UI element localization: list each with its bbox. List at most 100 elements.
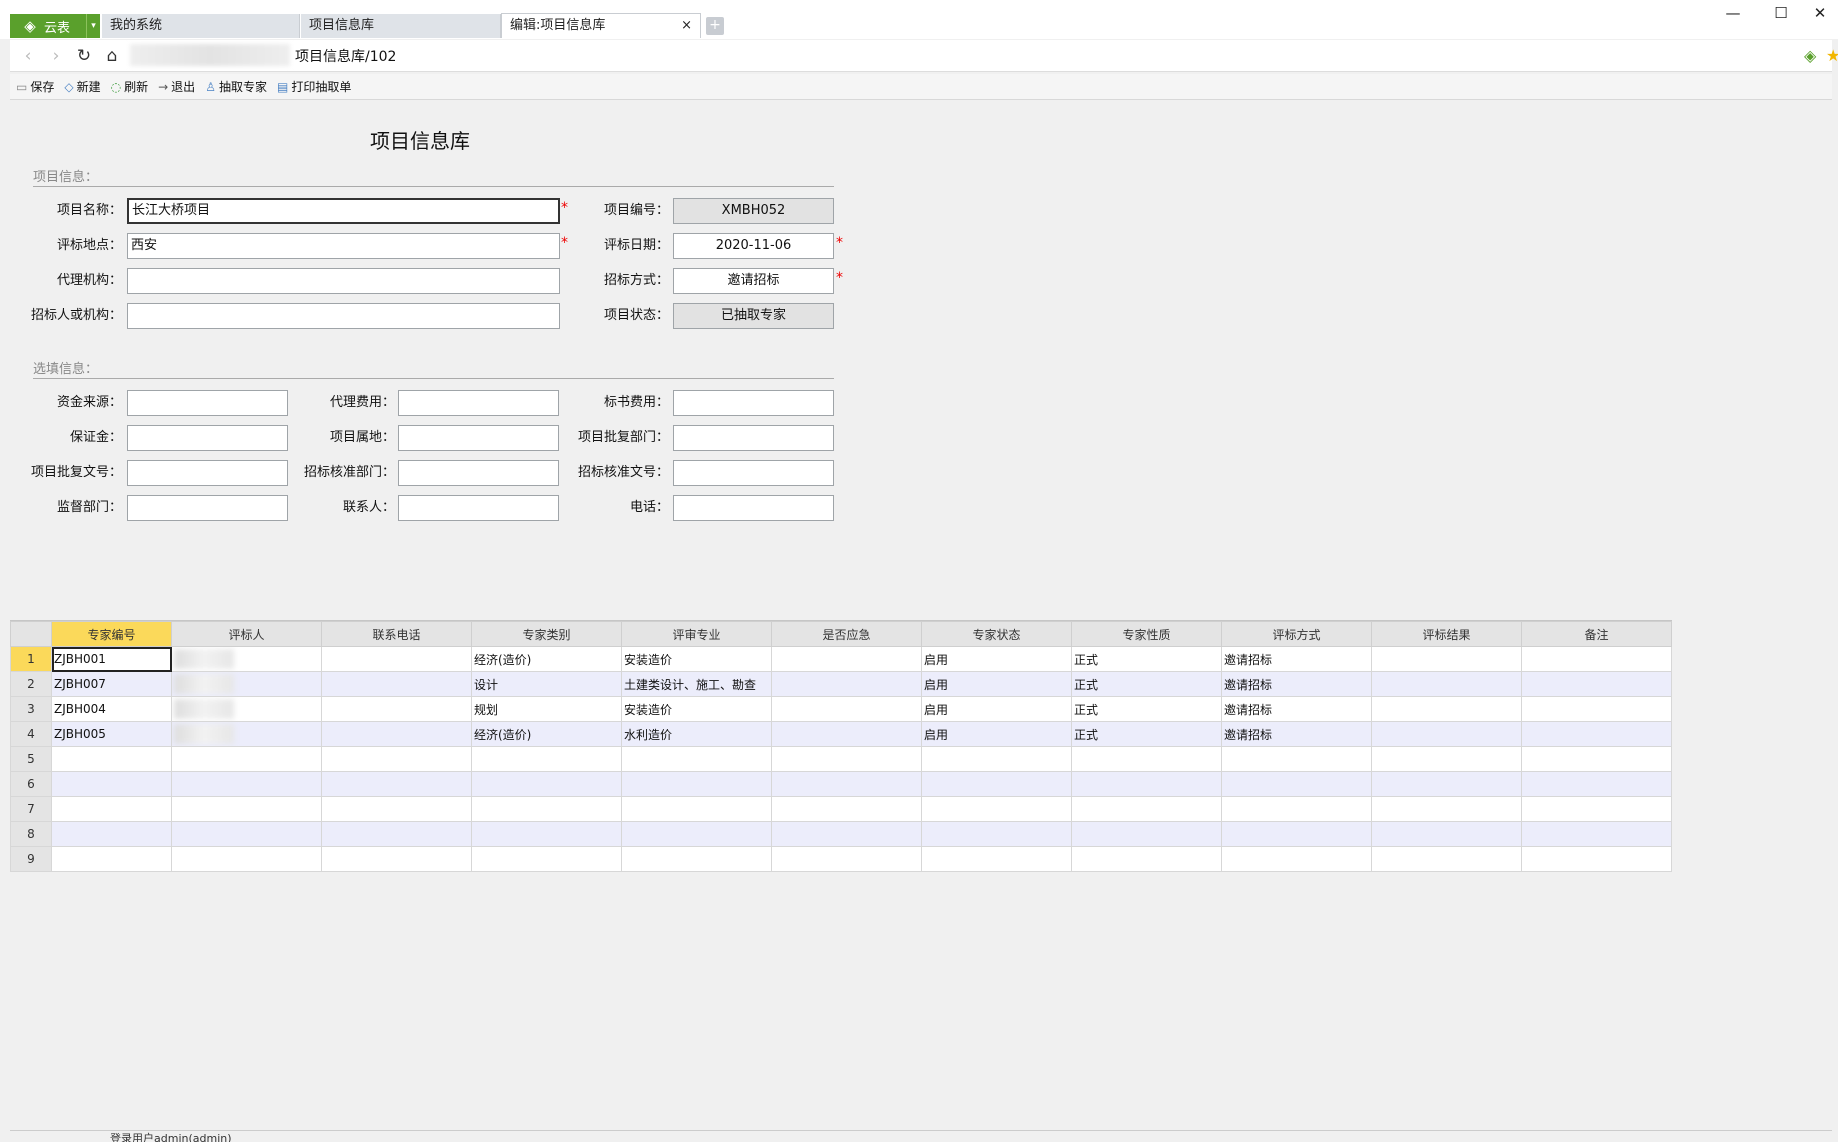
eval-location-field[interactable]: 西安 xyxy=(127,233,560,259)
chevron-down-icon[interactable]: ▾ xyxy=(86,14,100,38)
table-cell[interactable] xyxy=(1521,721,1672,747)
table-cell[interactable] xyxy=(771,696,922,722)
table-cell[interactable] xyxy=(621,796,772,822)
table-cell[interactable] xyxy=(771,796,922,822)
approval-dept-field[interactable] xyxy=(673,425,834,451)
table-cell[interactable] xyxy=(471,846,622,872)
table-cell[interactable] xyxy=(51,821,172,847)
table-row[interactable]: 7 xyxy=(10,796,1672,822)
table-cell[interactable] xyxy=(321,771,472,797)
close-tab-icon[interactable]: × xyxy=(681,14,692,38)
supervisor-field[interactable] xyxy=(127,495,288,521)
row-number[interactable]: 9 xyxy=(10,846,52,872)
doc-fee-field[interactable] xyxy=(673,390,834,416)
table-cell[interactable]: 安装造价 xyxy=(621,646,772,672)
table-cell[interactable]: ZJBH005 xyxy=(51,721,172,747)
table-cell[interactable] xyxy=(171,796,322,822)
table-cell[interactable]: 邀请招标 xyxy=(1221,721,1372,747)
table-cell[interactable] xyxy=(621,821,772,847)
table-cell[interactable] xyxy=(1371,796,1522,822)
column-header[interactable]: 评标结果 xyxy=(1371,621,1522,647)
column-header[interactable]: 评审专业 xyxy=(621,621,772,647)
home-icon[interactable]: ⌂ xyxy=(100,44,124,68)
table-cell[interactable] xyxy=(771,671,922,697)
approval-doc-field[interactable] xyxy=(127,460,288,486)
table-cell[interactable] xyxy=(921,821,1072,847)
reload-icon[interactable]: ↻ xyxy=(72,44,96,68)
table-row[interactable]: 6 xyxy=(10,771,1672,797)
column-header[interactable]: 是否应急 xyxy=(771,621,922,647)
table-cell[interactable] xyxy=(1371,646,1522,672)
tab-my-system[interactable]: 我的系统 xyxy=(102,14,300,38)
column-header[interactable]: 专家编号 xyxy=(51,621,172,647)
table-row[interactable]: 9 xyxy=(10,846,1672,872)
table-cell[interactable] xyxy=(171,771,322,797)
table-cell[interactable]: 经济(造价) xyxy=(471,646,622,672)
table-cell[interactable] xyxy=(1521,821,1672,847)
table-cell[interactable] xyxy=(321,821,472,847)
deposit-field[interactable] xyxy=(127,425,288,451)
table-cell[interactable] xyxy=(1371,696,1522,722)
table-cell[interactable] xyxy=(471,746,622,772)
tenderer-field[interactable] xyxy=(127,303,560,329)
table-row[interactable]: 8 xyxy=(10,821,1672,847)
table-cell[interactable] xyxy=(51,771,172,797)
eval-date-field[interactable]: 2020-11-06 xyxy=(673,233,834,259)
column-header[interactable]: 评标方式 xyxy=(1221,621,1372,647)
table-cell[interactable] xyxy=(1521,746,1672,772)
table-cell[interactable] xyxy=(1371,746,1522,772)
row-number[interactable]: 2 xyxy=(10,671,52,697)
table-cell[interactable] xyxy=(1221,771,1372,797)
save-button[interactable]: ▭ 保存 xyxy=(16,78,54,95)
fund-source-field[interactable] xyxy=(127,390,288,416)
table-cell[interactable] xyxy=(171,696,322,722)
contact-field[interactable] xyxy=(398,495,559,521)
exit-button[interactable]: → 退出 xyxy=(158,78,195,95)
column-header[interactable]: 联系电话 xyxy=(321,621,472,647)
table-cell[interactable] xyxy=(921,746,1072,772)
table-cell[interactable]: 规划 xyxy=(471,696,622,722)
table-cell[interactable]: 邀请招标 xyxy=(1221,671,1372,697)
table-cell[interactable] xyxy=(921,796,1072,822)
address-text[interactable]: 项目信息库/102 xyxy=(295,46,396,66)
table-cell[interactable] xyxy=(171,671,322,697)
table-cell[interactable] xyxy=(621,746,772,772)
table-cell[interactable]: 正式 xyxy=(1071,671,1222,697)
table-cell[interactable]: 正式 xyxy=(1071,696,1222,722)
table-cell[interactable] xyxy=(51,746,172,772)
table-cell[interactable] xyxy=(471,771,622,797)
table-cell[interactable] xyxy=(1521,771,1672,797)
table-cell[interactable] xyxy=(321,671,472,697)
table-cell[interactable] xyxy=(621,846,772,872)
table-cell[interactable] xyxy=(51,846,172,872)
table-cell[interactable]: 水利造价 xyxy=(621,721,772,747)
table-cell[interactable] xyxy=(621,771,772,797)
table-cell[interactable] xyxy=(1221,846,1372,872)
table-cell[interactable] xyxy=(1221,821,1372,847)
new-tab-button[interactable]: + xyxy=(706,17,724,35)
bid-method-select[interactable]: 邀请招标 xyxy=(673,268,834,294)
brand-menu-button[interactable]: ◈ 云表 ▾ xyxy=(10,14,100,38)
table-cell[interactable] xyxy=(321,646,472,672)
table-cell[interactable]: 启用 xyxy=(921,646,1072,672)
row-number[interactable]: 6 xyxy=(10,771,52,797)
table-cell[interactable] xyxy=(321,696,472,722)
table-cell[interactable] xyxy=(1371,721,1522,747)
table-cell[interactable]: 邀请招标 xyxy=(1221,696,1372,722)
table-cell[interactable]: ZJBH001 xyxy=(51,646,172,672)
agency-field[interactable] xyxy=(127,268,560,294)
refresh-button[interactable]: ◌ 刷新 xyxy=(111,78,149,95)
table-cell[interactable] xyxy=(171,846,322,872)
phone-field[interactable] xyxy=(673,495,834,521)
table-cell[interactable] xyxy=(1221,796,1372,822)
table-cell[interactable] xyxy=(921,771,1072,797)
column-header[interactable]: 专家性质 xyxy=(1071,621,1222,647)
table-cell[interactable] xyxy=(921,846,1072,872)
maximize-button[interactable]: ☐ xyxy=(1758,2,1804,24)
table-cell[interactable] xyxy=(771,846,922,872)
corner-cell[interactable] xyxy=(10,621,52,647)
tab-project-library[interactable]: 项目信息库 xyxy=(301,14,501,38)
table-cell[interactable] xyxy=(171,721,322,747)
table-cell[interactable]: 经济(造价) xyxy=(471,721,622,747)
table-cell[interactable]: 邀请招标 xyxy=(1221,646,1372,672)
